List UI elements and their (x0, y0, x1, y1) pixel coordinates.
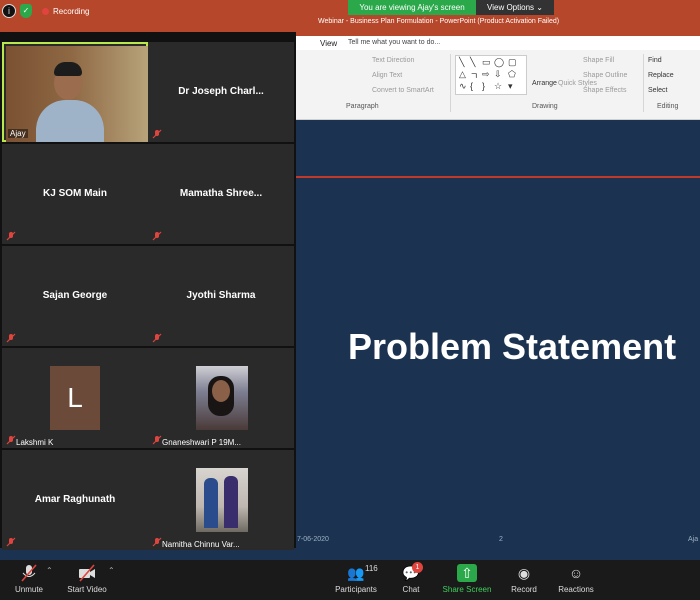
triangle-shape-icon[interactable]: △ (459, 69, 466, 80)
meeting-toolbar: Unmute ⌃ Start Video ⌃ 👥 Participants 11… (0, 560, 700, 600)
recording-dot-icon (42, 7, 49, 15)
pentagon-shape-icon[interactable]: ⬠ (508, 69, 516, 80)
powerpoint-window-title: Webinar - Business Plan Formulation - Po… (318, 18, 560, 25)
star-shape-icon[interactable]: ☆ (494, 81, 502, 92)
text-direction-button[interactable]: Text Direction (372, 57, 414, 64)
line-shape-icon[interactable]: ╲ (459, 57, 464, 68)
muted-mic-icon (152, 129, 162, 139)
participant-name: Amar Raghunath (34, 494, 116, 505)
shape-fill-button[interactable]: Shape Fill (583, 57, 614, 64)
speaker-figure (32, 60, 112, 142)
video-tile-ajay[interactable]: Ajay (2, 42, 148, 142)
slide-title: Problem Statement (348, 326, 677, 367)
participant-name: Namitha Chinnu Var... (162, 540, 240, 549)
tell-me-search[interactable]: Tell me what you want to do... (348, 39, 440, 46)
bracket-shape-icon[interactable]: } (482, 81, 485, 91)
quick-styles-button[interactable]: Quick Styles (558, 80, 597, 87)
slide-footer-right: Aja (688, 536, 699, 543)
participant-name: Sajan George (42, 290, 108, 301)
muted-mic-icon (6, 537, 16, 547)
video-tile[interactable]: Jyothi Sharma (148, 246, 294, 346)
drawing-group-label: Drawing (532, 103, 558, 110)
participant-name: Lakshmi K (16, 438, 54, 447)
share-screen-icon: ⇧ (457, 564, 477, 582)
ribbon-separator (450, 54, 451, 112)
muted-mic-icon (6, 231, 16, 241)
muted-mic-icon (152, 435, 162, 445)
shield-icon[interactable]: ✓ (20, 4, 32, 18)
participant-name: Ajay (8, 129, 28, 138)
participant-name: Jyothi Sharma (186, 290, 256, 301)
rectangle-shape-icon[interactable]: ▭ (482, 57, 491, 68)
video-tile[interactable]: Namitha Chinnu Var... (148, 450, 294, 550)
video-tile[interactable]: Mamatha Shree... (148, 144, 294, 244)
video-tile[interactable]: L Lakshmi K (2, 348, 148, 448)
line-shape-icon[interactable]: ╲ (470, 57, 475, 68)
muted-mic-icon (152, 333, 162, 343)
muted-mic-icon (21, 564, 37, 582)
find-button[interactable]: Find (648, 57, 662, 64)
participant-name: Gnaneshwari P 19M... (162, 438, 242, 447)
select-button[interactable]: Select (648, 87, 667, 94)
video-tile[interactable]: Gnaneshwari P 19M... (148, 348, 294, 448)
convert-smartart-button[interactable]: Convert to SmartArt (372, 87, 434, 94)
view-options-button[interactable]: View Options ⌄ (476, 0, 554, 15)
reactions-label: Reactions (558, 585, 594, 594)
reactions-button[interactable]: ☺ Reactions (541, 562, 611, 598)
view-tab[interactable]: View (320, 39, 337, 48)
video-tile[interactable]: Sajan George (2, 246, 148, 346)
participant-name: Mamatha Shree... (179, 188, 263, 199)
video-tile[interactable]: Amar Raghunath (2, 450, 148, 550)
shapes-gallery[interactable]: ╲ ╲ ▭ ◯ ▢ △ ㄱ ⇨ ⇩ ⬠ ∿ { } ☆ ▾ (455, 55, 527, 95)
participant-gallery: Ajay Dr Joseph Charl... KJ SOM Main Mama… (0, 32, 296, 550)
arrange-button[interactable]: Arrange (532, 80, 557, 87)
profile-photo (196, 468, 248, 532)
avatar: L (50, 366, 100, 430)
video-tile[interactable]: KJ SOM Main (2, 144, 148, 244)
slide-accent-line (296, 176, 700, 178)
muted-mic-icon (152, 231, 162, 241)
more-shapes-icon[interactable]: ▾ (508, 81, 513, 92)
participant-video (6, 46, 148, 142)
curve-shape-icon[interactable]: ∿ (459, 81, 467, 92)
recording-label: Recording (53, 6, 90, 16)
muted-mic-icon (152, 537, 162, 547)
slide-footer-date: 7-06-2020 (297, 536, 329, 543)
profile-photo (196, 366, 248, 430)
start-video-label: Start Video (67, 585, 107, 594)
participant-name: KJ SOM Main (43, 188, 107, 199)
shape-effects-button[interactable]: Shape Effects (583, 87, 626, 94)
reactions-icon: ☺ (568, 565, 584, 581)
zoom-meeting-window: Webinar - Business Plan Formulation - Po… (0, 0, 700, 600)
participants-icon: 👥 (347, 565, 365, 581)
align-text-button[interactable]: Align Text (372, 72, 402, 79)
video-off-icon (79, 564, 95, 582)
paragraph-group-label: Paragraph (346, 103, 379, 110)
participant-name: Dr Joseph Charl... (178, 86, 264, 97)
arrow-down-shape-icon[interactable]: ⇩ (494, 69, 502, 80)
slide-page-number: 2 (499, 536, 503, 543)
shape-outline-button[interactable]: Shape Outline (583, 72, 627, 79)
rounded-rect-shape-icon[interactable]: ▢ (508, 57, 517, 68)
viewing-screen-banner: You are viewing Ajay's screen (348, 0, 476, 15)
ribbon-separator (643, 54, 644, 112)
record-icon: ◉ (517, 565, 531, 581)
info-icon[interactable]: i (2, 4, 16, 18)
meeting-status-bar: i ✓ Recording (2, 4, 89, 18)
muted-mic-icon (6, 435, 16, 445)
chat-unread-badge: 1 (412, 562, 423, 573)
editing-group-label: Editing (657, 103, 679, 110)
replace-button[interactable]: Replace (648, 72, 674, 79)
oval-shape-icon[interactable]: ◯ (494, 57, 504, 68)
muted-mic-icon (6, 333, 16, 343)
arrow-right-shape-icon[interactable]: ⇨ (482, 69, 490, 80)
video-tile[interactable]: Dr Joseph Charl... (148, 42, 294, 142)
video-options-caret-icon[interactable]: ⌃ (108, 566, 115, 575)
bracket-shape-icon[interactable]: { (470, 81, 473, 91)
